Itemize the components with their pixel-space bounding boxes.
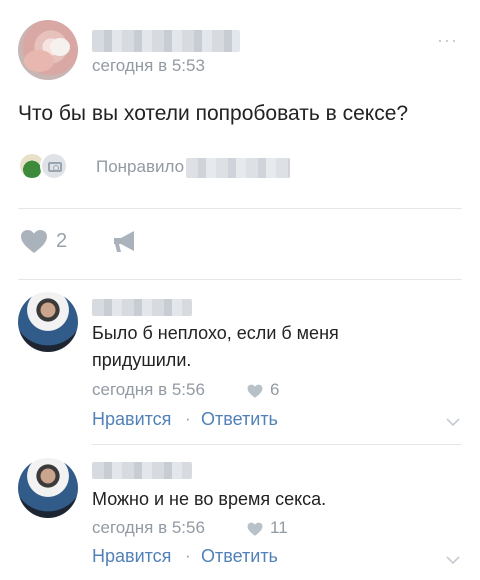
comment-menu-button[interactable] [446,556,460,564]
comment-author-name-redacted[interactable] [92,299,192,316]
chevron-down-icon [446,556,460,564]
like-link[interactable]: Нравится [92,546,171,567]
divider [92,444,462,445]
comment-like-button[interactable] [247,522,263,537]
comment-text: Было б неплохо, если б меня придушили. [92,320,339,374]
comment-text-line: Было б неплохо, если б меня [92,323,339,343]
comment-time: сегодня в 5:56 [92,518,205,537]
divider [18,279,462,280]
comment-author-name-redacted[interactable] [92,462,192,479]
camera-icon [48,162,62,172]
post-like-button[interactable] [20,229,48,255]
heart-icon [247,522,263,536]
comment-text: Можно и не во время секса. [92,486,326,513]
comment-author-avatar[interactable] [18,292,78,352]
like-link[interactable]: Нравится [92,409,171,430]
comment-time: сегодня в 5:56 [92,380,205,399]
megaphone-icon [114,231,134,252]
chevron-down-icon [446,418,460,426]
avatar-photo-detail [50,38,70,56]
comment-text-line: придушили. [92,350,192,370]
share-button[interactable] [112,229,138,255]
post-author-name-redacted[interactable] [92,30,240,52]
liker-avatar [40,152,68,180]
reply-link[interactable]: Ответить [201,546,278,567]
reply-link[interactable]: Ответить [201,409,278,430]
heart-icon [21,230,47,253]
separator-dot: · [185,546,191,565]
more-options-icon[interactable]: ··· [437,30,458,51]
post-text: Что бы вы хотели попробовать в сексе? [18,102,409,125]
avatar-photo-detail [24,50,54,72]
liked-by-text: Понравило [96,157,185,176]
post-time: сегодня в 5:53 [92,56,205,75]
comment-menu-button[interactable] [446,418,460,426]
comment-like-button[interactable] [247,384,263,399]
post-like-count: 2 [56,230,68,252]
comment-author-avatar[interactable] [18,458,78,518]
comment-like-count: 11 [270,518,288,537]
post-author-avatar[interactable] [18,20,78,80]
comment-text-line: Можно и не во время секса. [92,489,327,509]
comment-like-count: 6 [270,380,280,399]
separator-dot: · [185,409,191,428]
heart-icon [247,384,263,398]
divider [18,208,462,209]
liked-by-names-redacted [186,158,290,178]
